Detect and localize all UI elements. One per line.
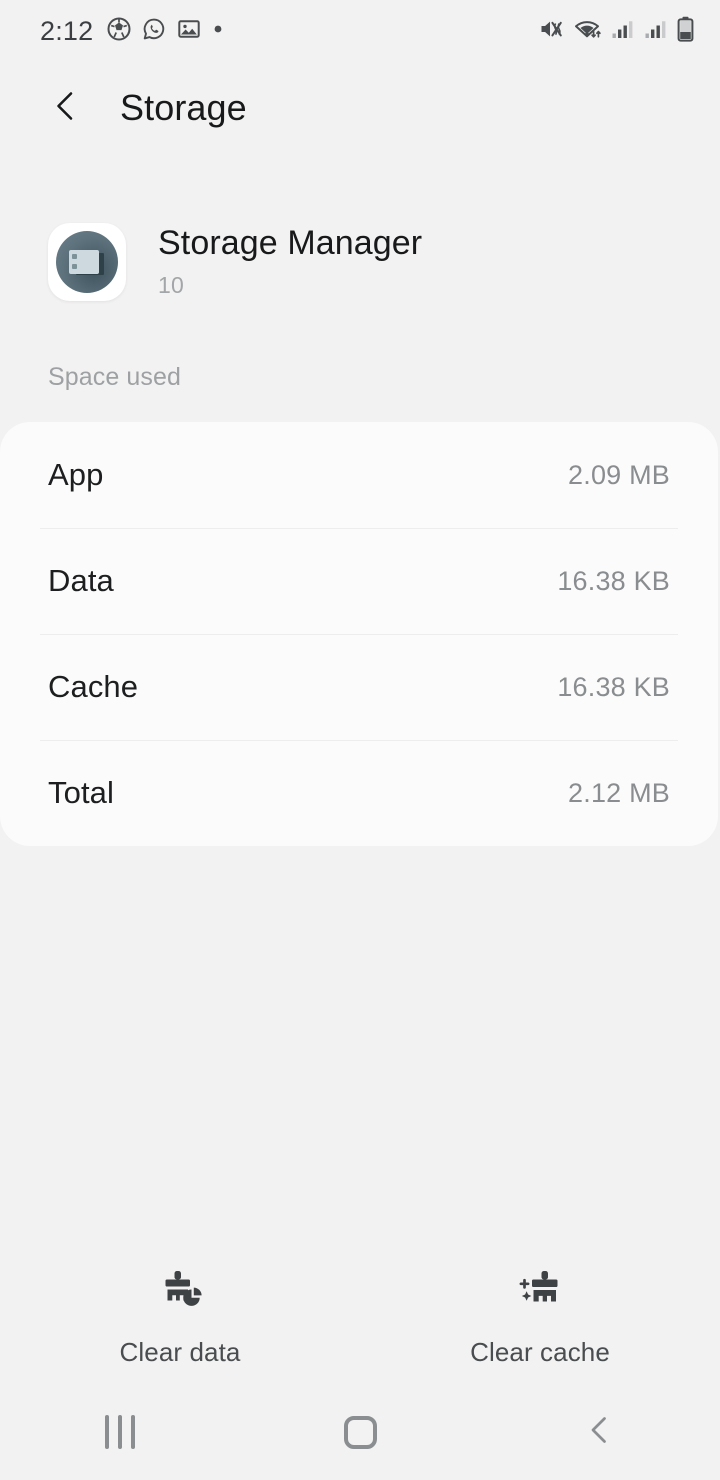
status-bar-left: 2:12: [40, 16, 224, 47]
gallery-image-icon: [177, 17, 201, 46]
storage-manager-app-icon: [48, 223, 126, 301]
chevron-left-icon: [49, 89, 83, 128]
home-button[interactable]: [240, 1384, 480, 1480]
space-used-section-label: Space used: [48, 363, 182, 391]
row-label: Total: [48, 775, 114, 810]
storage-row-data: Data 16.38 KB: [0, 528, 718, 634]
row-label: Data: [48, 563, 114, 598]
app-icon-circle: [56, 231, 118, 293]
row-label: Cache: [48, 669, 139, 704]
soccer-ball-icon: [107, 17, 131, 46]
row-value: 16.38 KB: [557, 671, 670, 702]
system-back-button[interactable]: [480, 1384, 720, 1480]
recents-icon: [105, 1415, 135, 1449]
signal-bars-sim1-icon: [611, 17, 635, 46]
back-chevron-icon: [584, 1414, 616, 1451]
row-value: 16.38 KB: [557, 565, 670, 596]
dot-indicator-icon: [212, 22, 224, 40]
action-label: Clear cache: [470, 1337, 610, 1367]
brush-pie-chart-icon: [156, 1268, 204, 1316]
app-icon-inner-shape: [69, 250, 99, 274]
clear-data-button[interactable]: Clear data: [0, 1268, 360, 1368]
system-navigation-bar: [0, 1384, 720, 1480]
app-meta: Storage Manager 10: [158, 221, 422, 299]
wifi-data-transfer-icon: [574, 17, 602, 46]
action-label: Clear data: [119, 1337, 241, 1367]
app-bar: Storage: [0, 62, 720, 154]
back-button[interactable]: [44, 86, 88, 130]
recents-button[interactable]: [0, 1384, 240, 1480]
row-value: 2.09 MB: [568, 459, 670, 490]
whatsapp-icon: [142, 17, 166, 46]
storage-row-total: Total 2.12 MB: [0, 740, 718, 846]
status-clock: 2:12: [40, 15, 94, 46]
status-bar: 2:12: [0, 0, 720, 62]
brush-sparkle-icon: [516, 1268, 564, 1316]
home-icon: [343, 1415, 377, 1449]
app-identity-header: Storage Manager 10: [0, 154, 720, 301]
clear-cache-button[interactable]: Clear cache: [360, 1268, 720, 1368]
mute-vibrate-icon: [539, 17, 565, 46]
battery-icon: [677, 16, 694, 47]
status-bar-right: [539, 16, 694, 47]
storage-row-cache: Cache 16.38 KB: [0, 634, 718, 740]
signal-bars-sim2-icon: [644, 17, 668, 46]
page-title: Storage: [120, 87, 247, 128]
row-value: 2.12 MB: [568, 777, 670, 808]
space-used-card: App 2.09 MB Data 16.38 KB Cache 16.38 KB…: [0, 422, 718, 846]
storage-row-app: App 2.09 MB: [0, 422, 718, 528]
bottom-actions: Clear data Clear cache: [0, 1268, 720, 1368]
app-version: 10: [158, 272, 184, 299]
row-label: App: [48, 457, 104, 492]
app-name: Storage Manager: [158, 224, 423, 262]
